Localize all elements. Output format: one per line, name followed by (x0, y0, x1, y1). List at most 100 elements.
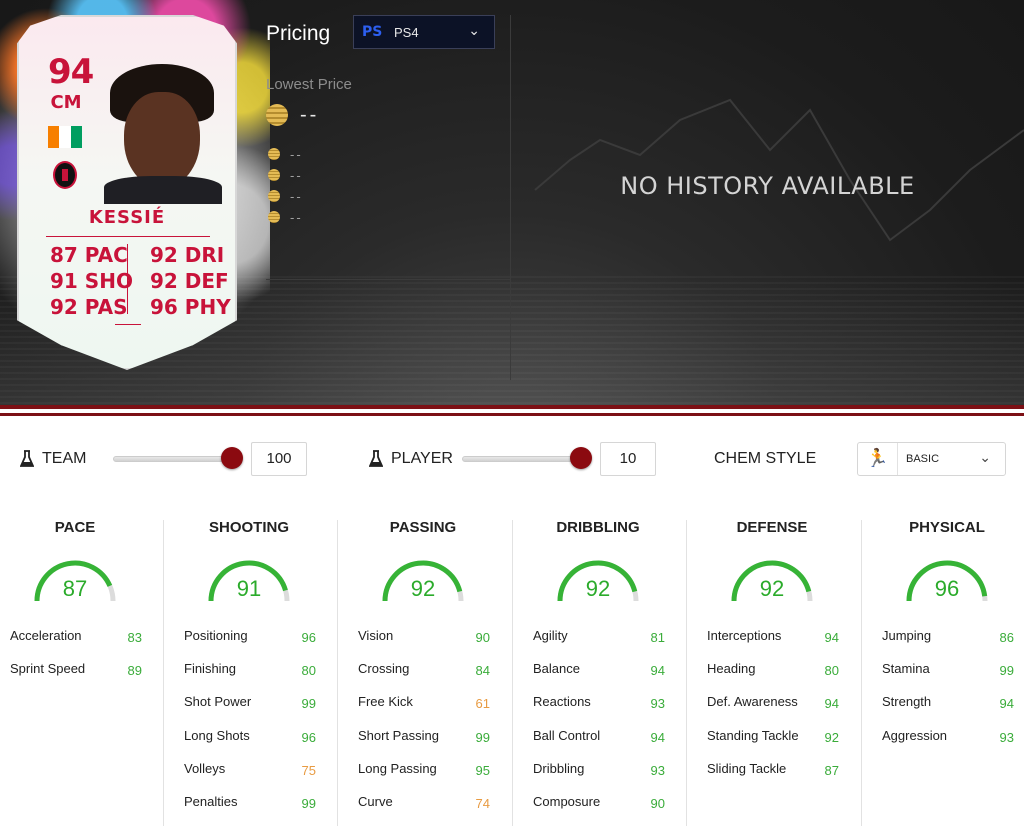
column-divider (512, 520, 513, 826)
attribute-value: 96 (301, 630, 316, 645)
player-chem-slider[interactable] (462, 456, 584, 462)
flag-stripe (48, 126, 60, 148)
card-player-name: KESSIÉ (88, 207, 166, 228)
stat-category-title: DEFENSE (736, 519, 808, 536)
lowest-price-label: Lowest Price (266, 76, 352, 93)
team-chem-text: TEAM (42, 450, 87, 467)
player-head (124, 92, 200, 188)
attribute-value: 99 (301, 696, 316, 711)
player-page: 94 CM KESSIÉ 87 PAC 91 SHO 92 PAS 92 DRI… (0, 0, 1024, 826)
team-chem-label: TEAM (20, 450, 86, 468)
card-position: CM (50, 92, 82, 113)
chevron-down-icon: ⌄ (468, 23, 480, 39)
stat-column-physical: PHYSICAL 96 Jumping 86 Stamina 99 Strength 94 Ag… (872, 510, 1024, 826)
stat-category-value: 92 (410, 576, 436, 601)
runner-icon: 🏃 (858, 443, 898, 475)
club-badge-icon (53, 161, 77, 189)
attribute-value: 95 (475, 763, 490, 778)
player-chem-label: PLAYER (369, 450, 453, 468)
attribute-value: 89 (127, 663, 142, 678)
no-history-message: NO HISTORY AVAILABLE (620, 172, 915, 200)
card-stat: 87 PAC (50, 243, 128, 267)
attribute-value: 94 (650, 663, 665, 678)
team-chem-input[interactable]: 100 (251, 442, 307, 476)
platform-select[interactable]: PS PS4 ⌄ (353, 15, 495, 49)
attribute-value: 90 (650, 796, 665, 811)
attribute-value: 94 (824, 696, 839, 711)
attribute-value: 93 (650, 696, 665, 711)
card-stat: 91 SHO (50, 269, 133, 293)
card-stat: 92 PAS (50, 295, 128, 319)
chem-style-label: CHEM STYLE (714, 450, 817, 467)
attribute-value: 94 (999, 696, 1014, 711)
coin-icon (268, 190, 280, 202)
price-history-value: -- (290, 210, 303, 225)
column-divider (861, 520, 862, 826)
accent-line (0, 405, 1024, 409)
player-chem-slider-handle[interactable] (570, 447, 592, 469)
player-photo (104, 64, 222, 204)
stat-column-defense: DEFENSE 92 Interceptions 94 Heading 80 Def. Aw… (697, 510, 871, 826)
accent-line (0, 413, 1024, 416)
stat-category-title: PHYSICAL (909, 519, 985, 536)
team-chem-slider-handle[interactable] (221, 447, 243, 469)
beaker-icon (20, 450, 34, 467)
flag-stripe (70, 126, 82, 148)
attribute-value: 93 (999, 730, 1014, 745)
attribute-value: 81 (650, 630, 665, 645)
column-divider (686, 520, 687, 826)
nation-flag-icon (48, 126, 82, 148)
card-stat: 96 PHY (150, 295, 231, 319)
coin-icon (268, 169, 280, 181)
chem-style-select[interactable]: 🏃 BASIC ⌄ (857, 442, 1006, 476)
playstation-icon: PS (362, 24, 383, 40)
pricing-title: Pricing (266, 22, 331, 45)
card-rating: 94 (48, 52, 94, 92)
team-chem-slider[interactable] (113, 456, 235, 462)
stat-column-passing: PASSING 92 Vision 90 Crossing 84 Free Kick 61 Sh… (348, 510, 522, 826)
player-shirt (104, 176, 222, 204)
stat-column-shooting: SHOOTING 91 Positioning 96 Finishing 80 Shot P… (174, 510, 348, 826)
price-history-value: -- (290, 189, 303, 204)
stat-category-title: PACE (54, 519, 96, 536)
chem-style-value: BASIC (906, 453, 940, 465)
stat-category-title: SHOOTING (208, 519, 289, 536)
price-history-value: -- (290, 168, 303, 183)
attribute-value: 93 (650, 763, 665, 778)
player-chem-text: PLAYER (391, 450, 453, 467)
attribute-value: 84 (475, 663, 490, 678)
coin-icon (268, 211, 280, 223)
attribute-value: 86 (999, 630, 1014, 645)
stat-category-title: PASSING (389, 519, 457, 536)
stat-column-pace: PACE 87 Acceleration 83 Sprint Speed 89 (0, 510, 174, 826)
attribute-value: 99 (475, 730, 490, 745)
stat-category-value: 96 (934, 576, 960, 601)
attribute-value: 75 (301, 763, 316, 778)
attribute-value: 80 (824, 663, 839, 678)
attribute-value: 87 (824, 763, 839, 778)
card-stat: 92 DEF (150, 269, 229, 293)
price-history-value: -- (290, 147, 303, 162)
player-card[interactable]: 94 CM KESSIÉ 87 PAC 91 SHO 92 PAS 92 DRI… (0, 0, 270, 380)
player-chem-input[interactable]: 10 (600, 442, 656, 476)
attribute-value: 83 (127, 630, 142, 645)
column-divider (163, 520, 164, 826)
stat-category-value: 92 (585, 576, 611, 601)
attribute-value: 61 (475, 696, 490, 711)
attribute-value: 92 (824, 730, 839, 745)
hero-section: 94 CM KESSIÉ 87 PAC 91 SHO 92 PAS 92 DRI… (0, 0, 1024, 406)
flag-stripe (59, 126, 71, 148)
attribute-value: 99 (999, 663, 1014, 678)
lowest-price-value: -- (300, 104, 320, 126)
attribute-value: 99 (301, 796, 316, 811)
stat-category-title: DRIBBLING (556, 519, 640, 536)
attribute-value: 96 (301, 730, 316, 745)
beaker-icon (369, 450, 383, 467)
platform-value: PS4 (394, 25, 419, 40)
card-divider (115, 324, 141, 325)
coin-icon (266, 104, 288, 126)
coin-icon (268, 148, 280, 160)
attribute-value: 90 (475, 630, 490, 645)
stat-column-dribbling: DRIBBLING 92 Agility 81 Balance 94 Reactions 93… (523, 510, 697, 826)
stat-category-value: 92 (759, 576, 785, 601)
